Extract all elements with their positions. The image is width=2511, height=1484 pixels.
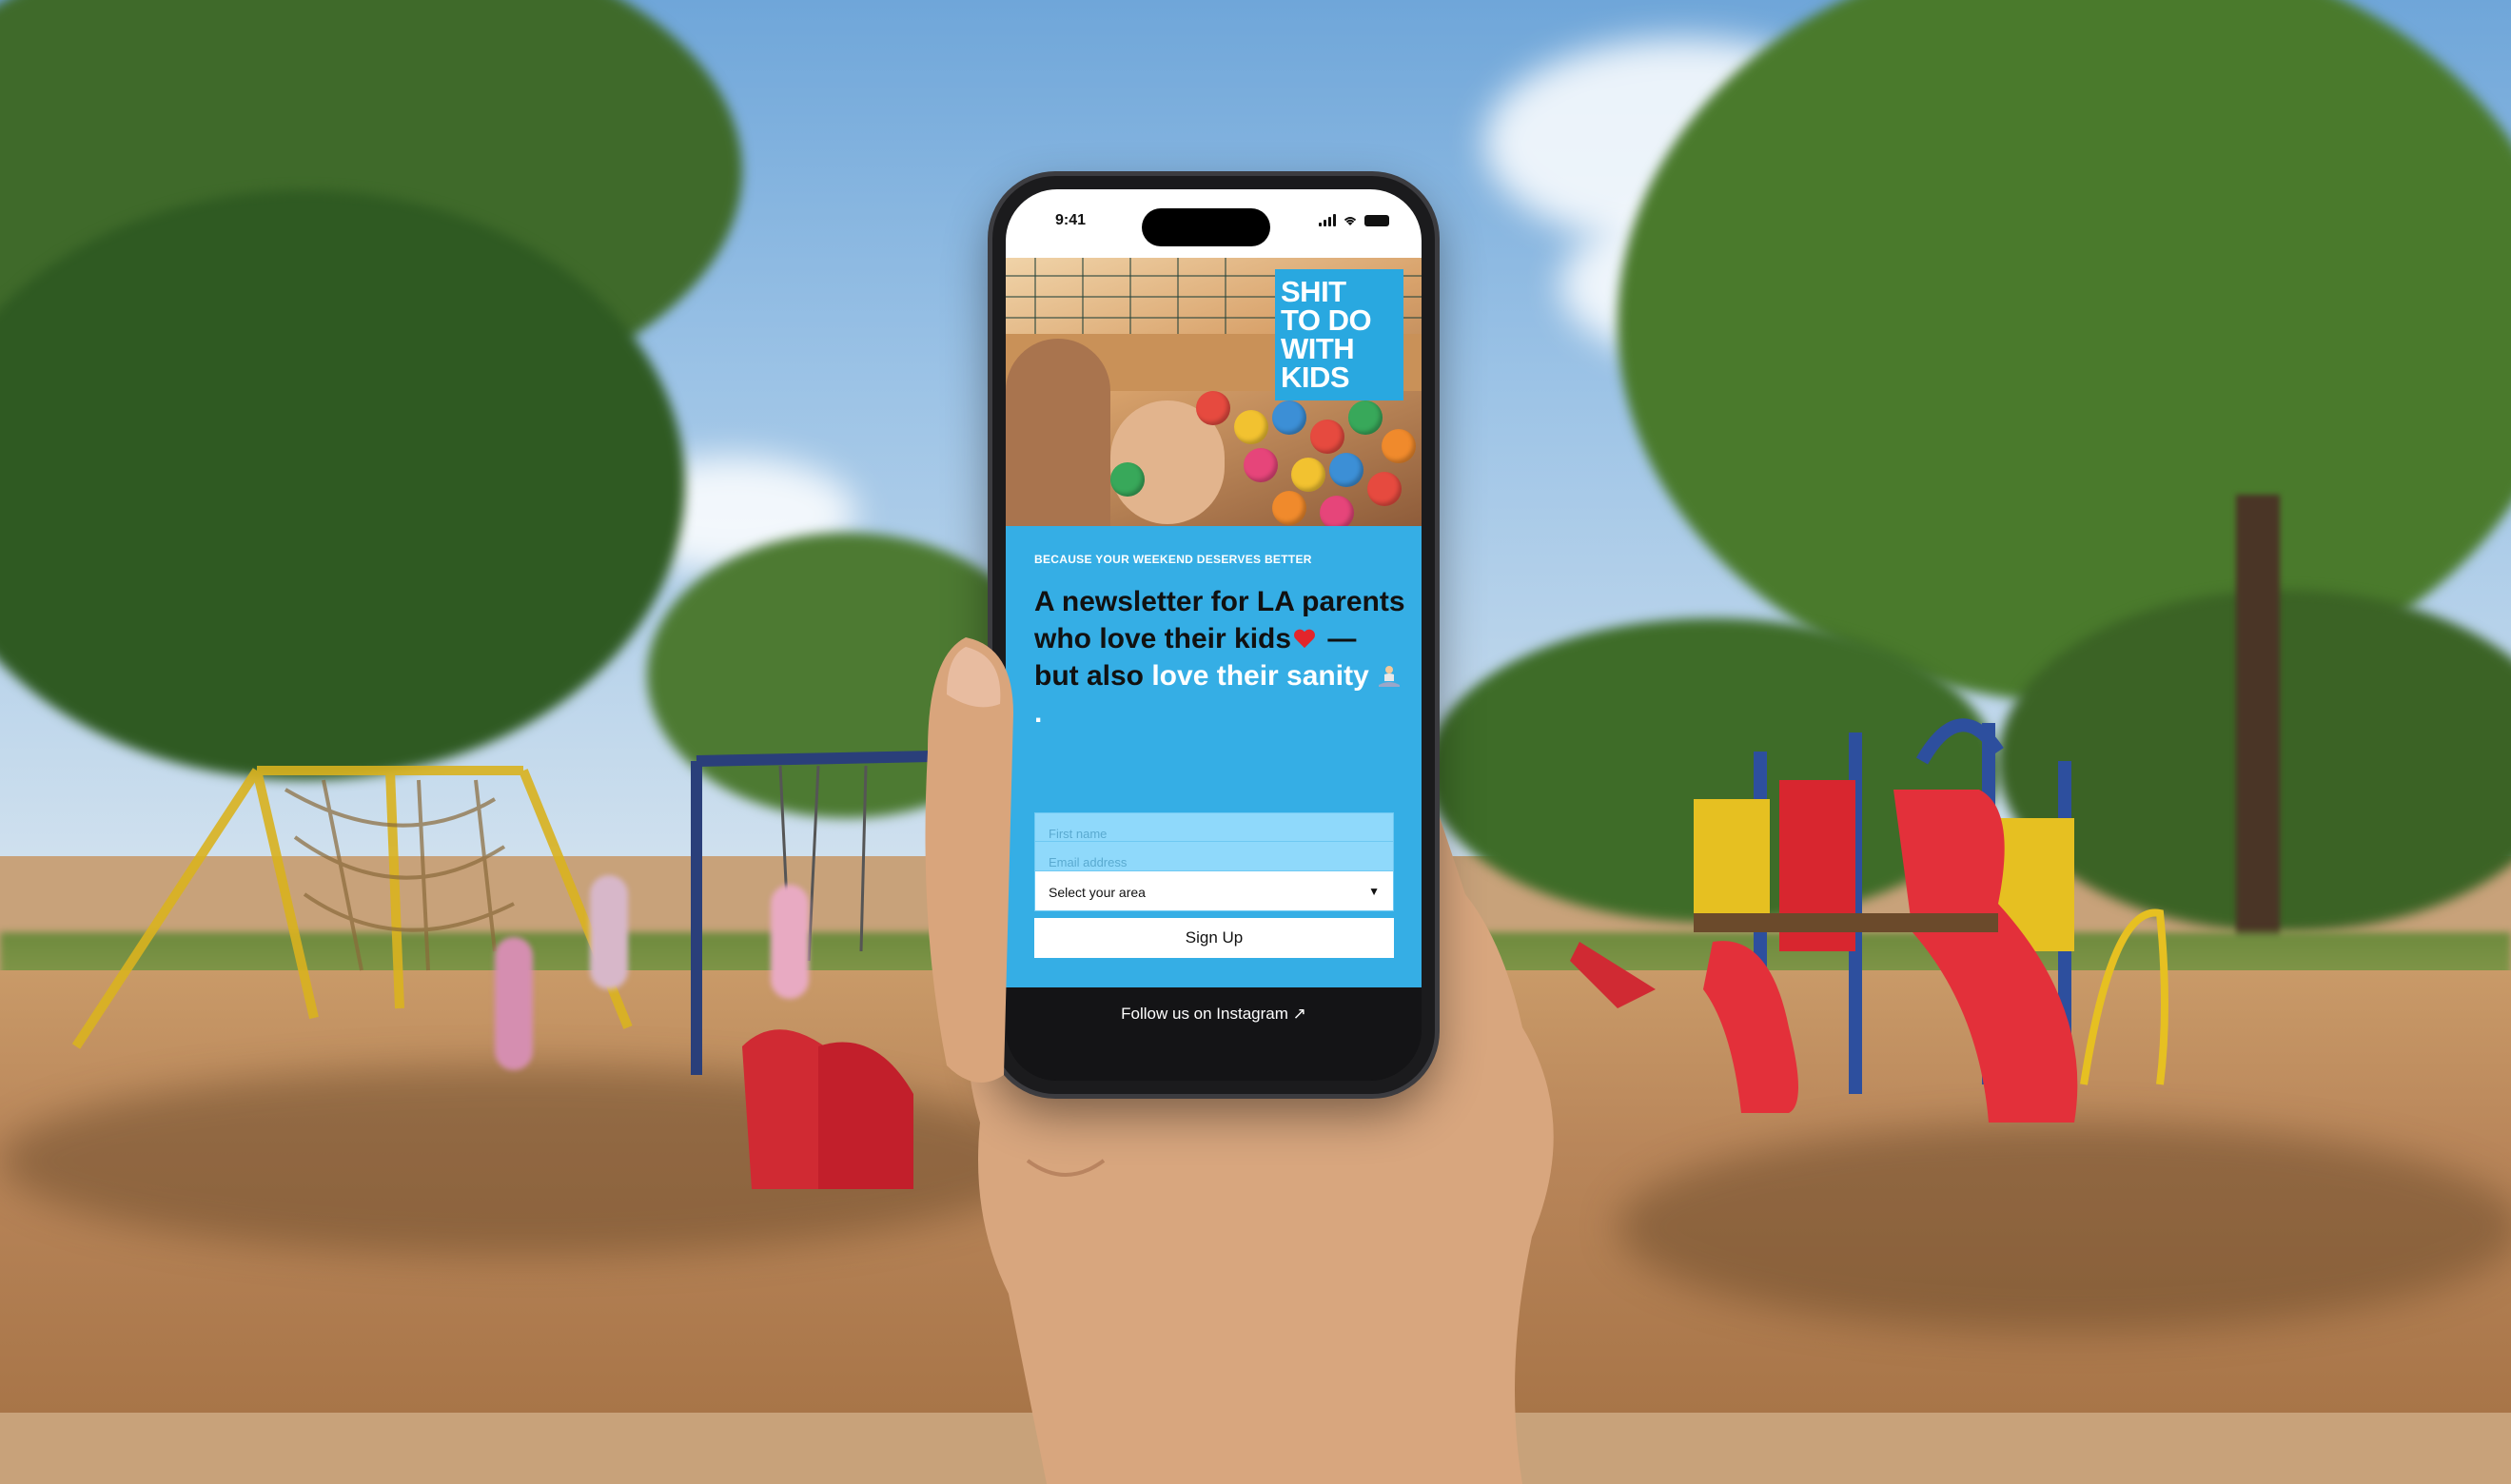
logo-line: KIDS <box>1281 361 1350 394</box>
signup-panel: BECAUSE YOUR WEEKEND DESERVES BETTER A n… <box>1006 526 1422 987</box>
status-bar: 9:41 <box>1006 189 1422 258</box>
footer: Follow us on Instagram ↗ <box>1006 987 1422 1081</box>
area-select-value: Select your area <box>1049 885 1146 900</box>
area-select[interactable]: Select your area ▼ <box>1034 870 1394 911</box>
child-figure <box>495 937 533 1070</box>
phone-screen: 9:41 SHIT TO DO WITH KIDS BECAUSE YOUR W… <box>1006 189 1422 1081</box>
logo-line: WITH <box>1281 332 1355 365</box>
logo-line: SHIT <box>1281 275 1346 308</box>
red-heart-icon <box>1293 630 1316 651</box>
dynamic-island <box>1142 208 1270 246</box>
child-photo-girl <box>1006 339 1110 526</box>
brand-logo[interactable]: SHIT TO DO WITH KIDS <box>1275 269 1403 400</box>
headline-highlight: love their sanity <box>1151 660 1369 692</box>
meditating-person-icon <box>1379 666 1401 687</box>
instagram-link[interactable]: Follow us on Instagram ↗ <box>1006 1005 1422 1024</box>
smartphone: 9:41 SHIT TO DO WITH KIDS BECAUSE YOUR W… <box>992 176 1435 1094</box>
thumb <box>925 637 1013 1083</box>
status-time: 9:41 <box>1055 212 1087 228</box>
signal-icon <box>1319 214 1336 226</box>
wifi-icon <box>1344 216 1357 225</box>
sign-up-button[interactable]: Sign Up <box>1034 918 1394 958</box>
hero-image-kids-ball-pit: SHIT TO DO WITH KIDS <box>1006 258 1422 526</box>
battery-icon <box>1364 214 1389 226</box>
child-figure <box>771 885 809 999</box>
system-icons <box>1319 214 1389 226</box>
eyebrow-text: BECAUSE YOUR WEEKEND DESERVES BETTER <box>1034 553 1312 566</box>
select-caret-icon: ▼ <box>1368 885 1380 898</box>
logo-line: TO DO <box>1281 303 1372 337</box>
headline: A newsletter for LA parents who love the… <box>1034 583 1405 732</box>
child-figure <box>590 875 628 989</box>
